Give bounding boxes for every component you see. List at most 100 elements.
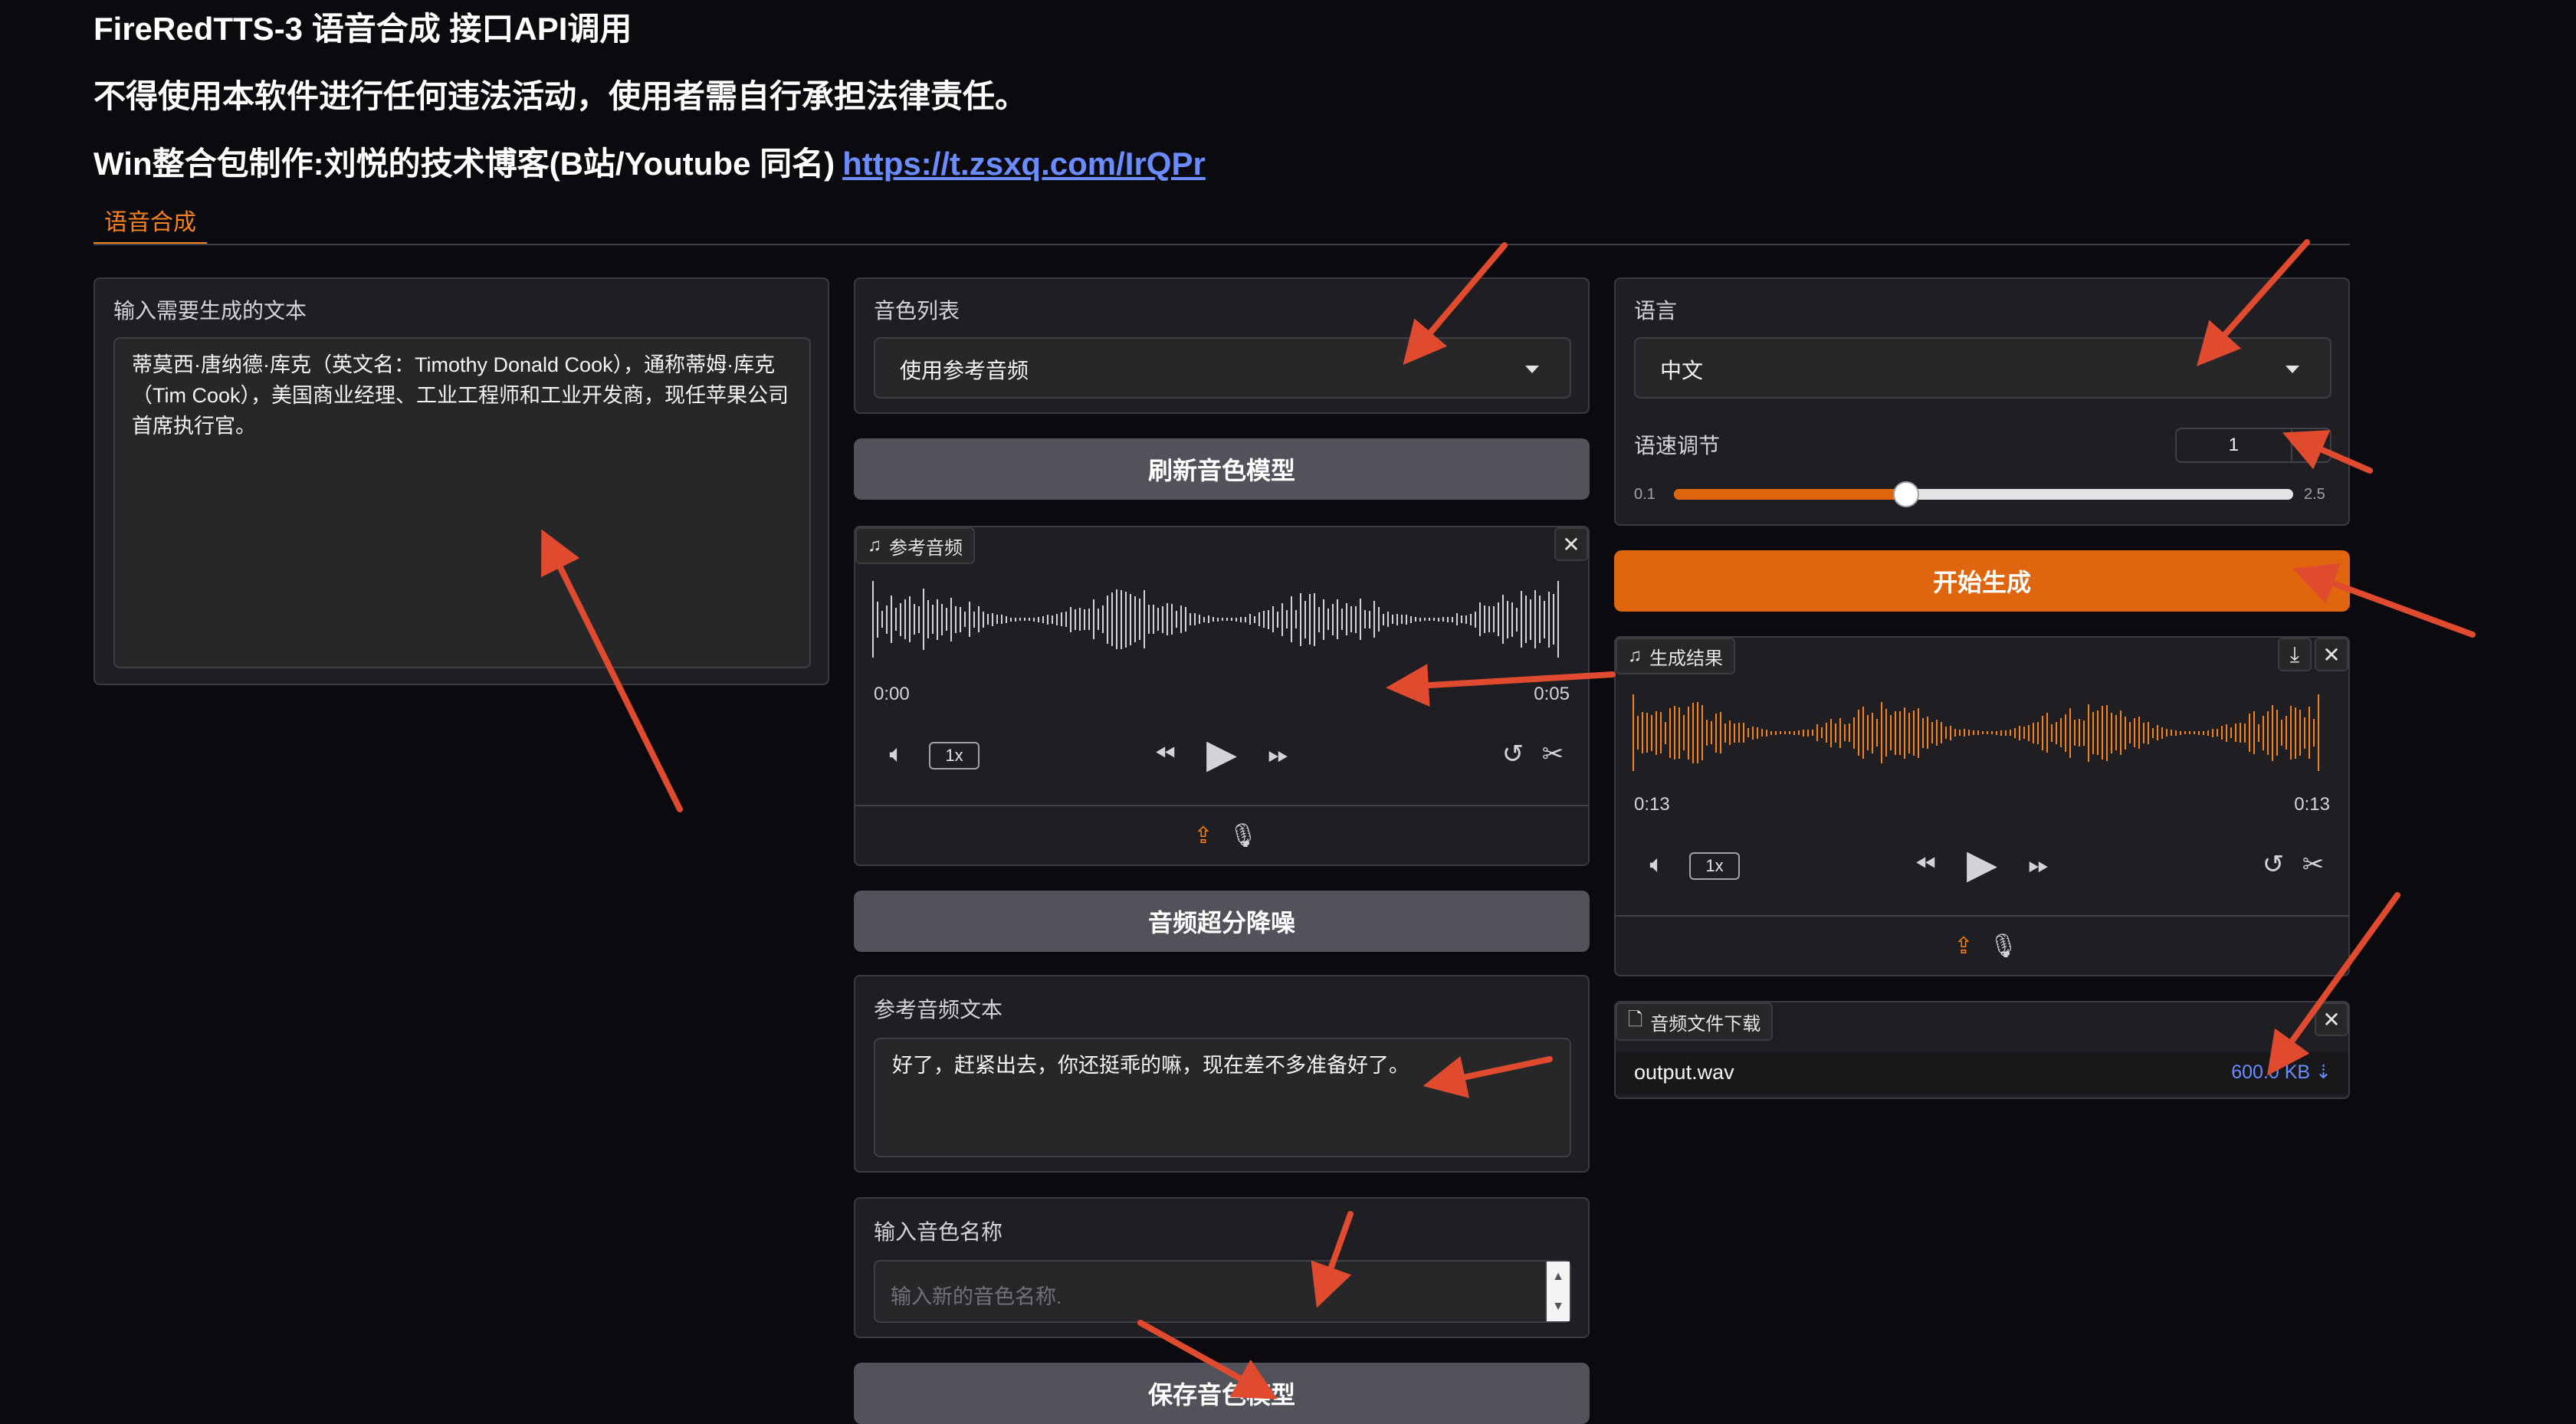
fast-forward-icon[interactable]: ⏩︎ xyxy=(2016,845,2062,884)
waveform-bar xyxy=(1167,603,1168,635)
ref-waveform[interactable] xyxy=(872,581,1577,658)
play-icon[interactable]: ▶ xyxy=(1959,838,2005,891)
waveform-bar xyxy=(1674,706,1675,760)
waveform-bar xyxy=(881,611,883,628)
number-stepper[interactable]: ▲ ▼ xyxy=(1545,1262,1570,1321)
upload-icon[interactable]: ⇪ xyxy=(1947,929,1980,963)
upload-icon[interactable]: ⇪ xyxy=(1186,819,1220,852)
waveform-bar xyxy=(1770,730,1772,735)
waveform-bar xyxy=(2240,723,2241,743)
waveform-bar xyxy=(1977,730,1979,735)
waveform-bar xyxy=(1904,707,1905,759)
stepper-up-icon[interactable]: ▲ xyxy=(1552,1270,1564,1284)
waveform-bar xyxy=(1853,717,1855,749)
language-dropdown[interactable]: 中文 xyxy=(1634,337,2332,399)
fast-forward-icon[interactable]: ⏩︎ xyxy=(1255,734,1301,774)
speed-slider-track[interactable] xyxy=(1674,481,2293,507)
waveform-bar xyxy=(1001,615,1003,624)
waveform-bar xyxy=(1964,729,1965,737)
volume-icon[interactable]: 🔈︎ xyxy=(1639,846,1675,883)
waveform-bar xyxy=(1973,730,1974,735)
playback-speed-button[interactable]: 1x xyxy=(1689,852,1740,880)
waveform-bar xyxy=(2079,719,2080,746)
waveform-bar xyxy=(2120,710,2122,755)
voice-list-dropdown[interactable]: 使用参考音频 xyxy=(874,337,1571,399)
voice-name-panel: 输入音色名称 输入新的音色名称. ▲ ▼ xyxy=(854,1197,1590,1338)
waveform-bar xyxy=(992,612,993,626)
reset-icon[interactable]: ↺ xyxy=(2255,846,2292,883)
reset-icon[interactable]: ↺ xyxy=(1495,736,1531,773)
result-time-total: 0:13 xyxy=(2294,794,2330,815)
waveform-bar xyxy=(2037,721,2039,744)
speed-number-input[interactable]: 1 xyxy=(2175,428,2332,463)
close-icon[interactable]: ✕ xyxy=(1554,527,1588,561)
speed-slider-thumb[interactable] xyxy=(1893,481,1919,507)
waveform-bar xyxy=(1738,723,1740,743)
playback-speed-button[interactable]: 1x xyxy=(929,742,980,769)
waveform-bar xyxy=(1332,603,1334,635)
save-voice-button[interactable]: 保存音色模型 xyxy=(854,1363,1590,1424)
play-icon[interactable]: ▶ xyxy=(1199,728,1245,780)
chevron-down-icon xyxy=(1525,366,1539,373)
download-label-chip: 🗋 音频文件下载 xyxy=(1616,1002,1774,1041)
waveform-bar xyxy=(1697,702,1698,763)
microphone-icon[interactable]: 🎙︎ xyxy=(1226,819,1260,852)
waveform-bar xyxy=(1530,599,1531,640)
text-input-label: 输入需要生成的文本 xyxy=(113,299,307,323)
stepper-down-icon[interactable]: ▼ xyxy=(1552,1300,1564,1314)
rewind-icon[interactable]: ⏪︎ xyxy=(1902,845,1948,884)
waveform-bar xyxy=(2299,710,2301,756)
waveform-bar xyxy=(1539,596,1541,643)
waveform-bar xyxy=(1148,605,1150,634)
generate-button[interactable]: 开始生成 xyxy=(1614,550,2350,612)
waveform-bar xyxy=(1895,710,1896,755)
waveform-bar xyxy=(1922,717,1924,748)
text-input-panel: 输入需要生成的文本 蒂莫西·唐纳德·库克（英文名：Timothy Donald … xyxy=(94,277,829,685)
voice-list-label: 音色列表 xyxy=(874,299,960,323)
waveform-bar xyxy=(1991,731,1993,734)
download-icon[interactable]: ⤓ xyxy=(2278,638,2312,671)
waveform-bar xyxy=(1679,707,1680,759)
ref-text-area[interactable]: 好了，赶紧出去，你还挺乖的嘛，现在差不多准备好了。 xyxy=(874,1038,1571,1157)
denoise-button[interactable]: 音频超分降噪 xyxy=(854,891,1590,952)
waveform-bar xyxy=(996,615,998,624)
waveform-bar xyxy=(1226,618,1228,621)
waveform-bar xyxy=(1734,723,1735,743)
waveform-bar xyxy=(1341,609,1343,630)
result-audio-panel: ♫ 生成结果 ⤓ ✕ 0:13 0:13 🔈︎ 1x ⏪︎ ▶ ⏩︎ ↺ ✂ ⇪… xyxy=(1614,636,2350,976)
waveform-bar xyxy=(1116,589,1117,649)
voice-name-input[interactable]: 输入新的音色名称. ▲ ▼ xyxy=(874,1260,1571,1323)
waveform-bar xyxy=(1010,617,1012,622)
microphone-icon[interactable]: 🎙︎ xyxy=(1987,929,2020,963)
tab-speech-synthesis[interactable]: 语音合成 xyxy=(94,198,207,245)
trim-scissors-icon[interactable]: ✂ xyxy=(2295,846,2332,883)
refresh-voice-button[interactable]: 刷新音色模型 xyxy=(854,438,1590,500)
speed-stepper[interactable] xyxy=(2290,429,2331,461)
waveform-bar xyxy=(1208,615,1209,623)
close-icon[interactable]: ✕ xyxy=(2315,1002,2348,1036)
waveform-bar xyxy=(1079,608,1081,631)
waveform-bar xyxy=(1033,617,1035,622)
file-size-link[interactable]: 600.0 KB ⇣ xyxy=(2231,1061,2332,1084)
file-row[interactable]: output.wav 600.0 KB ⇣ xyxy=(1616,1052,2348,1094)
text-input-area[interactable]: 蒂莫西·唐纳德·库克（英文名：Timothy Donald Cook），通称蒂姆… xyxy=(113,337,811,668)
legal-warning: 不得使用本软件进行任何违法活动，使用者需自行承担法律责任。 xyxy=(94,78,1028,114)
waveform-bar xyxy=(1203,616,1205,622)
waveform-bar xyxy=(1295,610,1297,628)
waveform-bar xyxy=(1346,603,1347,635)
waveform-bar xyxy=(1646,713,1648,753)
file-name[interactable]: output.wav xyxy=(1634,1061,1734,1084)
language-selected: 中文 xyxy=(1660,359,1704,382)
volume-icon[interactable]: 🔈︎ xyxy=(878,736,915,773)
waveform-bar xyxy=(1378,607,1380,632)
rewind-icon[interactable]: ⏪︎ xyxy=(1142,734,1188,774)
waveform-bar xyxy=(1959,730,1961,736)
close-icon[interactable]: ✕ xyxy=(2315,638,2348,671)
result-waveform[interactable] xyxy=(1633,694,2338,771)
waveform-bar xyxy=(1107,595,1108,644)
waveform-bar xyxy=(2106,704,2108,761)
waveform-bar xyxy=(1849,723,1850,742)
waveform-bar xyxy=(941,603,943,635)
trim-scissors-icon[interactable]: ✂ xyxy=(1534,736,1571,773)
credit-link[interactable]: https://t.zsxq.com/IrQPr xyxy=(842,146,1206,182)
